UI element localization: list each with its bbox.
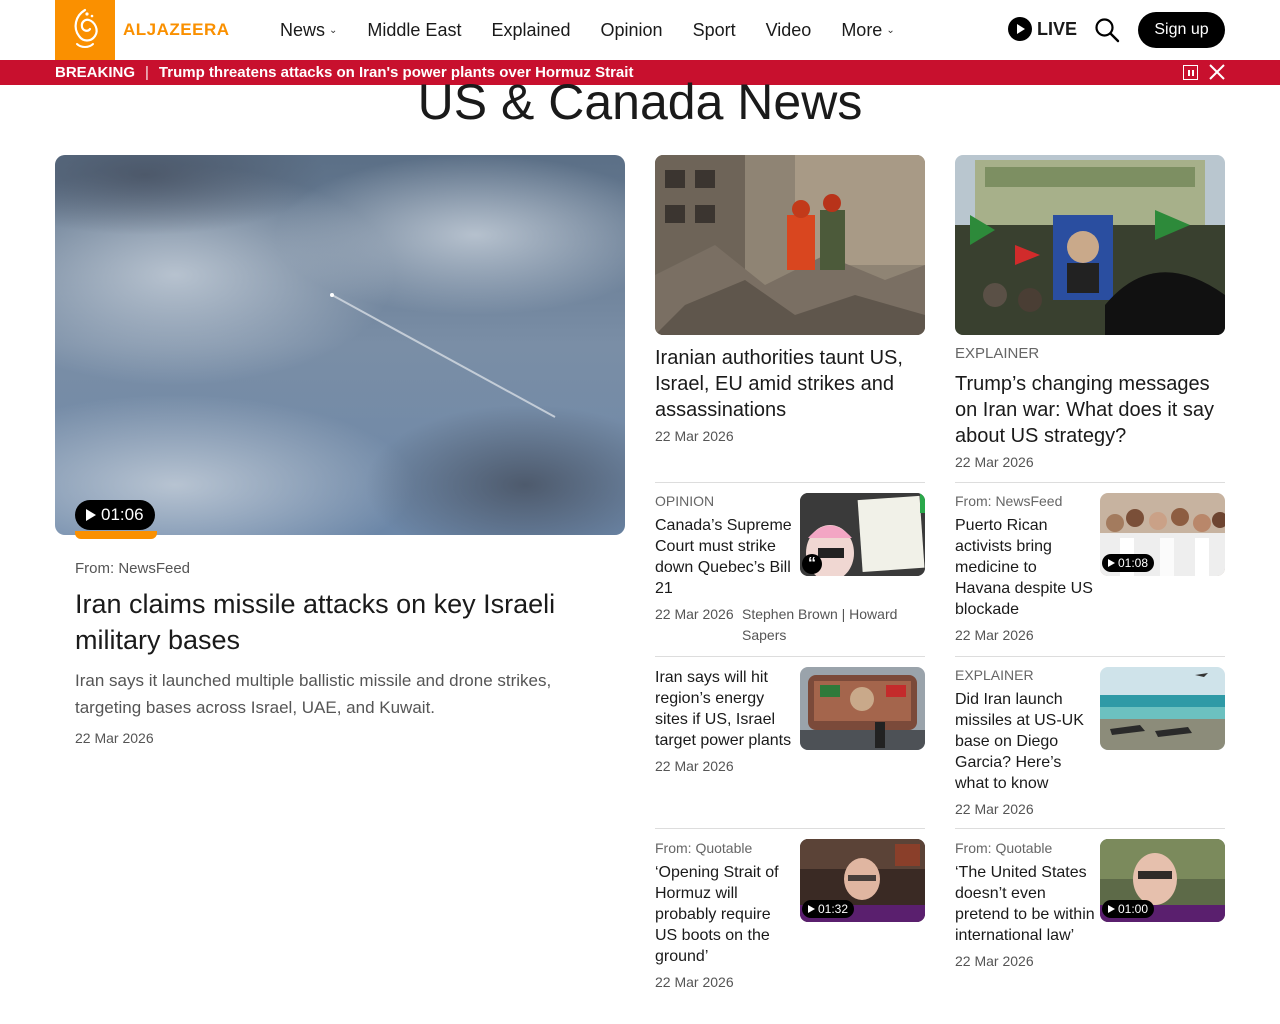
play-icon bbox=[1108, 905, 1115, 913]
video-duration[interactable]: 01:00 bbox=[1102, 900, 1155, 918]
video-duration[interactable]: 01:32 bbox=[802, 900, 855, 918]
featured-image[interactable] bbox=[55, 155, 625, 535]
article-headline[interactable]: Iran says will hit region’s energy sites… bbox=[655, 667, 795, 751]
article-headline[interactable]: Canada’s Supreme Court must strike down … bbox=[655, 515, 795, 599]
article-card: Iranian authorities taunt US, Israel, EU… bbox=[655, 345, 925, 444]
article-card: From: Quotable ‘The United States doesn’… bbox=[955, 840, 1095, 969]
divider bbox=[655, 656, 925, 657]
play-icon bbox=[1008, 17, 1032, 41]
nav-item-news[interactable]: News ⌄ bbox=[280, 20, 337, 41]
nav-item-middle-east[interactable]: Middle East bbox=[367, 20, 461, 41]
chevron-down-icon: ⌄ bbox=[329, 24, 338, 36]
article-kicker[interactable]: EXPLAINER bbox=[955, 667, 1095, 683]
page-title: US & Canada News bbox=[417, 74, 863, 130]
nav-item-more[interactable]: More ⌄ bbox=[841, 20, 894, 41]
article-date: 22 Mar 2026 bbox=[655, 428, 734, 444]
divider bbox=[955, 828, 1225, 829]
article-image[interactable]: “ bbox=[800, 493, 925, 576]
featured-source[interactable]: From: NewsFeed bbox=[75, 560, 190, 577]
divider bbox=[655, 482, 925, 483]
play-icon bbox=[86, 509, 96, 521]
duration-label: 01:06 bbox=[101, 505, 144, 524]
article-kicker[interactable]: OPINION bbox=[655, 493, 795, 509]
chevron-down-icon: ⌄ bbox=[886, 24, 895, 36]
article-image[interactable] bbox=[655, 155, 925, 335]
article-date: 22 Mar 2026 bbox=[655, 974, 734, 990]
article-date: 22 Mar 2026 bbox=[955, 801, 1034, 817]
article-image[interactable]: 01:08 bbox=[1100, 493, 1225, 576]
article-kicker[interactable]: From: Quotable bbox=[955, 840, 1095, 856]
live-label: LIVE bbox=[1037, 18, 1078, 39]
site-logo[interactable]: ALJAZEERA bbox=[55, 0, 230, 60]
article-headline[interactable]: ‘The United States doesn’t even pretend … bbox=[955, 862, 1095, 946]
nav-label: Opinion bbox=[600, 19, 663, 40]
article-image[interactable] bbox=[800, 667, 925, 750]
play-icon bbox=[808, 905, 815, 913]
nav-label: Sport bbox=[692, 19, 736, 40]
article-card: From: Quotable ‘Opening Strait of Hormuz… bbox=[655, 840, 795, 990]
signup-button[interactable]: Sign up bbox=[1138, 12, 1225, 48]
featured-headline[interactable]: Iran claims missile attacks on key Israe… bbox=[75, 586, 615, 658]
logo-wordmark: ALJAZEERA bbox=[123, 20, 230, 39]
nav-item-opinion[interactable]: Opinion bbox=[601, 20, 663, 41]
divider bbox=[955, 656, 1225, 657]
article-headline[interactable]: Puerto Rican activists bring medicine to… bbox=[955, 515, 1095, 620]
video-duration[interactable]: 01:08 bbox=[1102, 554, 1155, 572]
nav-label: Middle East bbox=[367, 19, 462, 40]
duration-label: 01:08 bbox=[1118, 556, 1149, 570]
site-header: ALJAZEERA News ⌄ Middle East Explained Op… bbox=[0, 0, 1280, 60]
article-image[interactable]: 01:32 bbox=[800, 839, 925, 922]
divider bbox=[655, 828, 925, 829]
article-date: 22 Mar 2026 bbox=[955, 953, 1034, 969]
article-kicker[interactable]: From: NewsFeed bbox=[955, 493, 1095, 509]
search-icon[interactable] bbox=[1094, 17, 1120, 43]
featured-summary: Iran says it launched multiple ballistic… bbox=[75, 671, 552, 717]
article-authors[interactable]: Stephen Brown | Howard Sapers bbox=[742, 604, 922, 646]
aljazeera-logo-icon bbox=[55, 0, 115, 60]
main-nav: News ⌄ Middle East Explained Opinion Spor… bbox=[280, 0, 925, 60]
nav-item-explained[interactable]: Explained bbox=[491, 20, 570, 41]
nav-label: News bbox=[280, 19, 326, 40]
article-headline[interactable]: Trump’s changing messages on Iran war: W… bbox=[955, 371, 1225, 449]
article-headline[interactable]: ‘Opening Strait of Hormuz will probably … bbox=[655, 862, 795, 967]
featured-video-duration[interactable]: 01:06 bbox=[75, 500, 155, 530]
article-image[interactable] bbox=[1100, 667, 1225, 750]
date-text: 22 Mar 2026 bbox=[655, 606, 734, 622]
article-image[interactable] bbox=[955, 155, 1225, 335]
article-kicker[interactable]: From: Quotable bbox=[655, 840, 795, 856]
article-headline[interactable]: Iranian authorities taunt US, Israel, EU… bbox=[655, 345, 925, 423]
nav-label: Video bbox=[765, 19, 812, 40]
article-date: 22 Mar 2026 bbox=[955, 627, 1034, 643]
divider bbox=[955, 482, 1225, 483]
article-card: EXPLAINER Did Iran launch missiles at US… bbox=[955, 667, 1095, 817]
video-progress-accent bbox=[75, 531, 157, 539]
nav-label: More bbox=[841, 19, 883, 40]
live-button[interactable]: LIVE bbox=[1008, 17, 1077, 41]
article-headline[interactable]: Did Iran launch missiles at US-UK base o… bbox=[955, 689, 1095, 794]
article-card: From: NewsFeed Puerto Rican activists br… bbox=[955, 493, 1095, 643]
article-card: EXPLAINER Trump’s changing messages on I… bbox=[955, 345, 1225, 470]
duration-label: 01:32 bbox=[818, 902, 849, 916]
nav-label: Explained bbox=[491, 19, 571, 40]
article-card: Iran says will hit region’s energy sites… bbox=[655, 667, 795, 774]
featured-date: 22 Mar 2026 bbox=[75, 730, 154, 746]
article-image[interactable]: 01:00 bbox=[1100, 839, 1225, 922]
duration-label: 01:00 bbox=[1118, 902, 1149, 916]
article-card: OPINION Canada’s Supreme Court must stri… bbox=[655, 493, 795, 622]
quote-icon: “ bbox=[802, 554, 822, 574]
nav-item-sport[interactable]: Sport bbox=[693, 20, 736, 41]
article-kicker[interactable]: EXPLAINER bbox=[955, 345, 1225, 362]
play-icon bbox=[1108, 559, 1115, 567]
article-date: 22 Mar 2026 bbox=[655, 758, 734, 774]
nav-item-video[interactable]: Video bbox=[766, 20, 812, 41]
article-date: 22 Mar 2026 bbox=[955, 454, 1034, 470]
